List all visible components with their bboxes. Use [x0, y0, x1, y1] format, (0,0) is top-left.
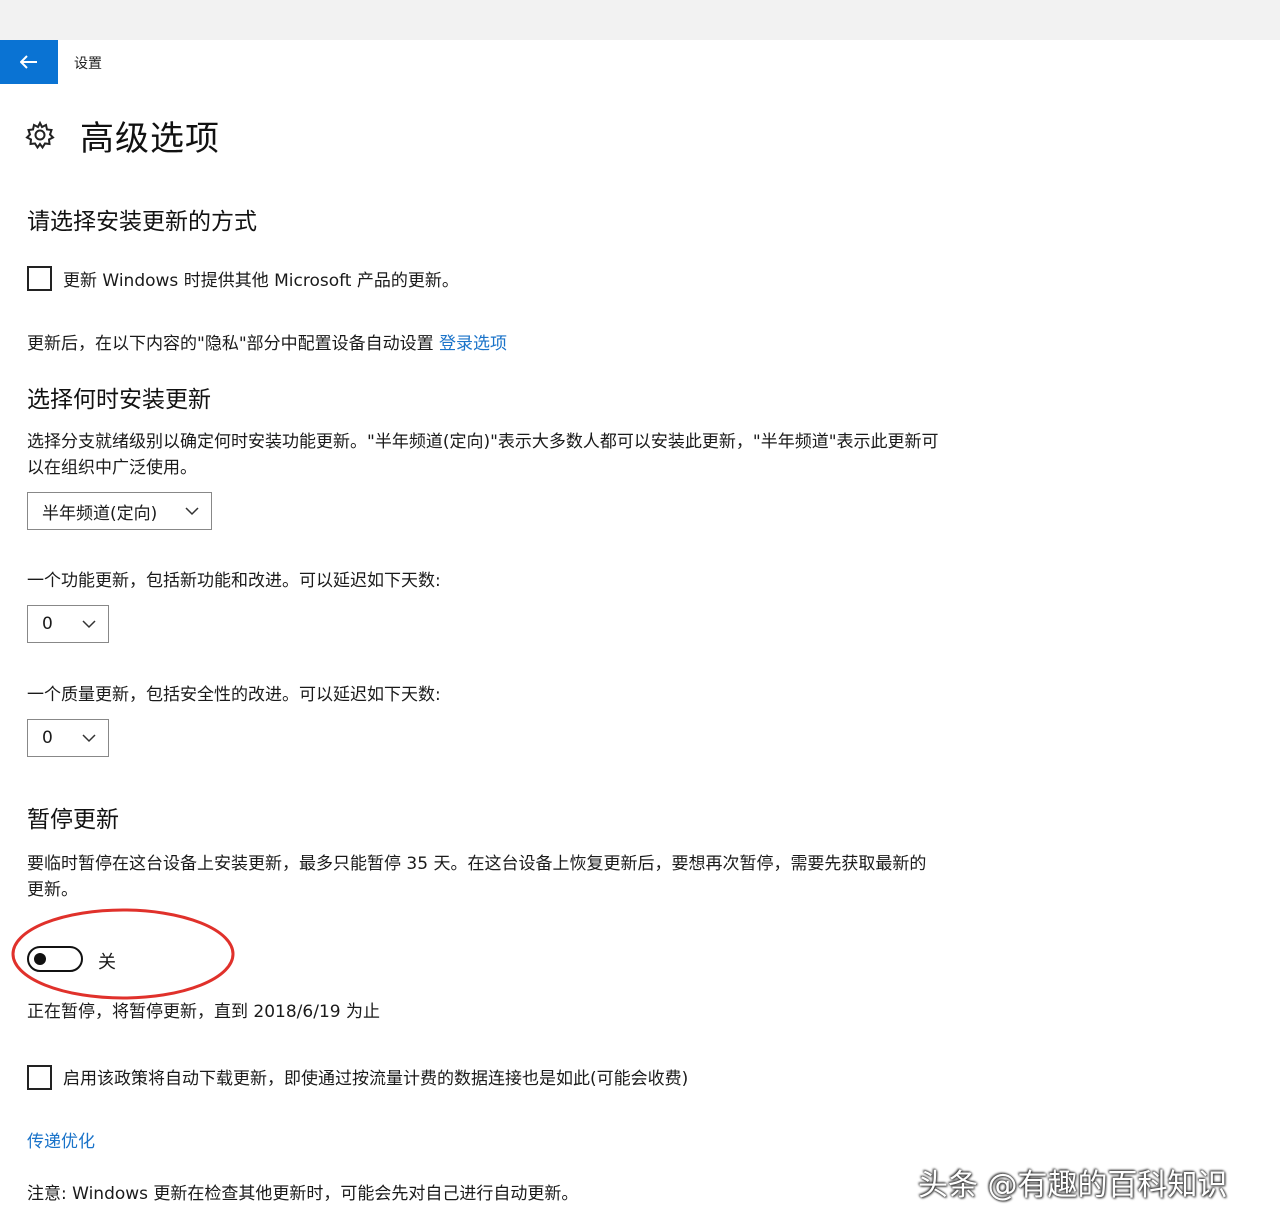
arrow-left-icon [20, 55, 37, 69]
quality-defer-select[interactable]: 0 [27, 719, 109, 757]
pause-status-text: 正在暂停，将暂停更新，直到 2018/6/19 为止 [27, 1002, 380, 1022]
title-bar: 设置 [0, 40, 1280, 84]
feature-defer-value: 0 [42, 614, 53, 634]
pause-description-line1: 要临时暂停在这台设备上安装更新，最多只能暂停 35 天。在这台设备上恢复更新后，… [27, 854, 927, 874]
other-products-label: 更新 Windows 时提供其他 Microsoft 产品的更新。 [63, 271, 459, 291]
feature-defer-select[interactable]: 0 [27, 605, 109, 643]
pause-heading: 暂停更新 [27, 807, 119, 833]
gear-icon [25, 120, 55, 150]
install-time-heading: 选择何时安装更新 [27, 387, 211, 413]
page-header: 高级选项 [24, 112, 220, 159]
other-products-checkbox[interactable] [27, 266, 52, 291]
branch-readiness-value: 半年频道(定向) [42, 503, 158, 524]
quality-defer-value: 0 [42, 728, 53, 748]
branch-readiness-select[interactable]: 半年频道(定向) [27, 492, 212, 530]
install-method-heading: 请选择安装更新的方式 [27, 209, 257, 235]
chevron-down-icon [82, 620, 96, 629]
metered-download-checkbox[interactable] [27, 1065, 52, 1090]
feature-defer-label: 一个功能更新，包括新功能和改进。可以延迟如下天数: [27, 571, 441, 591]
pause-description-line2: 更新。 [27, 880, 78, 900]
sign-in-options-link[interactable]: 登录选项 [439, 334, 507, 354]
pause-toggle-state: 关 [98, 952, 116, 973]
quality-defer-label: 一个质量更新，包括安全性的改进。可以延迟如下天数: [27, 685, 441, 705]
app-title: 设置 [74, 56, 102, 72]
privacy-text-row: 更新后，在以下内容的"隐私"部分中配置设备自动设置 登录选项 [27, 331, 507, 357]
metered-download-label: 启用该政策将自动下载更新，即使通过按流量计费的数据连接也是如此(可能会收费) [63, 1069, 689, 1089]
toggle-knob [34, 953, 46, 965]
privacy-text: 更新后，在以下内容的"隐私"部分中配置设备自动设置 [27, 334, 434, 354]
chevron-down-icon [185, 507, 199, 516]
window-top-strip [0, 0, 1280, 40]
pause-updates-toggle[interactable] [27, 946, 83, 972]
delivery-optimization-link[interactable]: 传递优化 [27, 1129, 95, 1155]
chevron-down-icon [82, 734, 96, 743]
delivery-note: 注意: Windows 更新在检查其他更新时，可能会先对自己进行自动更新。 [27, 1184, 579, 1204]
page-title: 高级选项 [80, 118, 220, 159]
branch-description-line1: 选择分支就绪级别以确定何时安装功能更新。"半年频道(定向)"表示大多数人都可以安… [27, 432, 939, 452]
branch-description-line2: 以在组织中广泛使用。 [27, 458, 197, 478]
back-button[interactable] [0, 40, 58, 84]
watermark: 头条 @有趣的百科知识 [918, 1168, 1228, 1203]
